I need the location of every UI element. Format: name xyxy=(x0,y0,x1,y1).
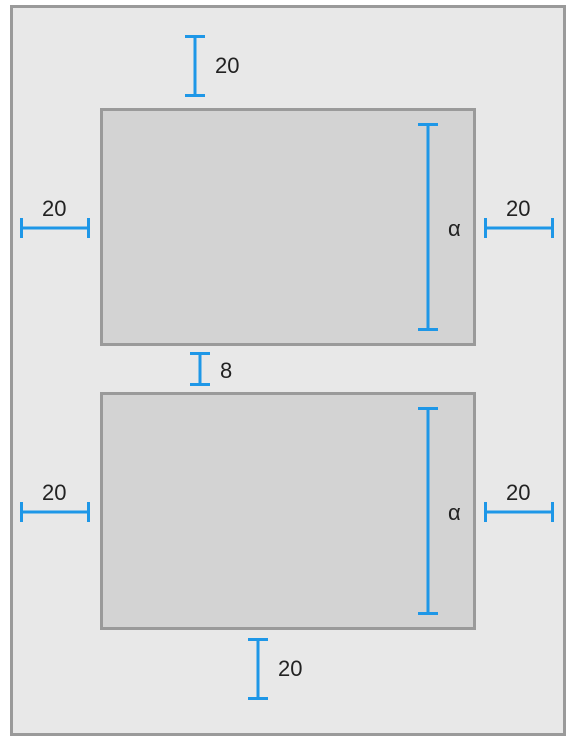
dim-alpha-top-label: α xyxy=(448,218,461,240)
layout-diagram: 20 20 8 20 20 20 20 xyxy=(0,0,576,741)
dim-gap-label: 8 xyxy=(220,360,232,382)
dim-left-top xyxy=(20,218,92,238)
dim-top-label: 20 xyxy=(215,55,239,77)
dim-top-margin xyxy=(185,35,205,100)
dim-right-top-label: 20 xyxy=(506,198,530,220)
dim-alpha-bottom-label: α xyxy=(448,502,461,524)
dim-right-bottom-label: 20 xyxy=(506,482,530,504)
dim-bottom-margin xyxy=(248,638,268,703)
dim-left-bottom-label: 20 xyxy=(42,482,66,504)
dim-bottom-label: 20 xyxy=(278,658,302,680)
dim-alpha-top xyxy=(418,123,438,333)
dim-left-bottom xyxy=(20,502,92,522)
dim-gap xyxy=(190,352,210,388)
dim-right-top xyxy=(484,218,556,238)
dim-right-bottom xyxy=(484,502,556,522)
dim-alpha-bottom xyxy=(418,407,438,617)
dim-left-top-label: 20 xyxy=(42,198,66,220)
